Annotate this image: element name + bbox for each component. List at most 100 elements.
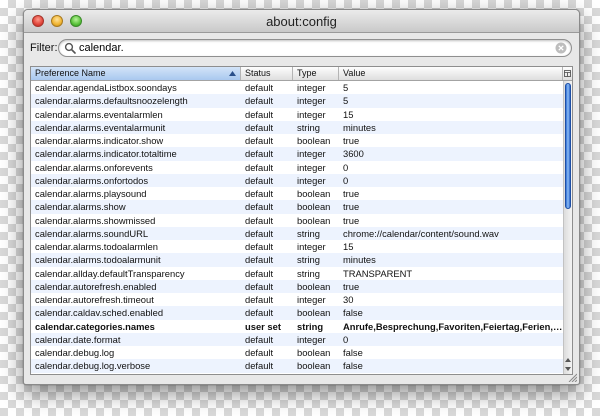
column-header-value[interactable]: Value — [339, 67, 563, 80]
column-header-type[interactable]: Type — [293, 67, 339, 80]
column-picker[interactable] — [563, 67, 572, 80]
table-row[interactable]: calendar.date.format default integer 0 — [31, 332, 563, 346]
cell-status: default — [245, 188, 274, 199]
cell-status: default — [245, 267, 274, 279]
cell-preference-name: calendar.alarms.eventalarmlen — [35, 108, 163, 120]
cell-status: default — [245, 333, 274, 345]
cell-preference-name: calendar.alarms.playsound — [35, 188, 147, 199]
cell-value: minutes — [343, 254, 376, 266]
cell-value: false — [343, 347, 363, 358]
cell-status: default — [245, 95, 274, 107]
cell-status: default — [245, 201, 274, 213]
cell-value: 15 — [343, 108, 354, 120]
cell-preference-name: calendar.categories.names — [35, 320, 155, 332]
column-header-status[interactable]: Status — [241, 67, 293, 80]
cell-status: default — [245, 121, 274, 133]
cell-type: boolean — [297, 188, 331, 199]
table-row[interactable]: calendar.debug.log.verbose default boolean… — [31, 359, 563, 373]
table-row[interactable]: calendar.alarms.todoalarmunit default stri… — [31, 253, 563, 267]
cell-status: default — [245, 214, 274, 226]
about-config-window: about:config Filter: Preference Name — [23, 9, 580, 385]
cell-preference-name: calendar.alarms.todoalarmlen — [35, 241, 158, 252]
cell-preference-name: calendar.date.format — [35, 333, 121, 345]
table-row[interactable]: calendar.alarms.defaultsnoozelength defau… — [31, 94, 563, 108]
cell-value: 0 — [343, 333, 349, 345]
table-row[interactable]: calendar.autorefresh.enabled default boole… — [31, 279, 563, 293]
table-row[interactable]: calendar.event.defaultlengthdefaultinteg… — [31, 373, 563, 375]
clear-icon[interactable] — [555, 42, 567, 54]
table-row[interactable]: calendar.categories.names user set string A… — [31, 320, 563, 333]
cell-status: default — [245, 82, 274, 93]
cell-type: boolean — [297, 307, 331, 319]
cell-type: integer — [297, 108, 326, 120]
cell-type: integer — [293, 373, 339, 375]
scroll-thumb[interactable] — [565, 83, 571, 209]
table-row[interactable]: calendar.debug.log default boolean false — [31, 346, 563, 359]
cell-status: user set — [245, 320, 281, 332]
cell-value: 5 — [343, 95, 349, 107]
cell-preference-name: calendar.alarms.show — [35, 201, 126, 213]
cell-type: integer — [297, 294, 326, 305]
table-row[interactable]: calendar.alarms.eventalarmunit default str… — [31, 120, 563, 134]
title-bar[interactable]: about:config — [24, 10, 579, 33]
table-row[interactable]: calendar.alarms.onforevents default intege… — [31, 161, 563, 174]
filter-input[interactable] — [79, 41, 539, 55]
filter-bar: Filter: — [24, 33, 579, 65]
table-row[interactable]: calendar.alarms.soundURL default string chr… — [31, 226, 563, 240]
filter-search-box[interactable] — [58, 39, 572, 57]
column-picker-icon — [564, 70, 571, 77]
table-row[interactable]: calendar.alarms.todoalarmlen default integ… — [31, 240, 563, 253]
cell-type: string — [297, 227, 320, 239]
cell-value: 0 — [343, 161, 349, 173]
table-row[interactable]: calendar.alarms.showmissed default boolean… — [31, 214, 563, 227]
preferences-tree[interactable]: Preference Name Status Type Value calend… — [30, 66, 573, 375]
cell-value: false — [343, 360, 363, 372]
table-row[interactable]: calendar.allday.defaultTransparency defau… — [31, 267, 563, 280]
filter-label: Filter: — [30, 42, 58, 54]
cell-value: TRANSPARENT — [343, 267, 413, 279]
cell-preference-name: calendar.alarms.onfortodos — [35, 174, 149, 186]
cell-status: default — [245, 227, 274, 239]
cell-type: integer — [297, 148, 326, 160]
cell-type: boolean — [297, 201, 331, 213]
cell-preference-name: calendar.caldav.sched.enabled — [35, 307, 164, 319]
cell-type: boolean — [297, 360, 331, 372]
cell-status: default — [245, 135, 274, 146]
table-row[interactable]: calendar.alarms.onfortodos default integer… — [31, 173, 563, 187]
cell-preference-name: calendar.alarms.defaultsnoozelength — [35, 95, 188, 107]
column-header-preference-name[interactable]: Preference Name — [31, 67, 241, 80]
table-row[interactable]: calendar.alarms.playsound default boolean t… — [31, 187, 563, 200]
cell-type: boolean — [297, 280, 331, 292]
cell-type: boolean — [297, 214, 331, 226]
cell-status: default — [245, 148, 274, 160]
cell-type: string — [297, 254, 320, 266]
cell-value: 0 — [343, 174, 349, 186]
cell-type: string — [297, 267, 320, 279]
cell-value: 15 — [343, 241, 354, 252]
table-row[interactable]: calendar.alarms.indicator.totaltime defau… — [31, 147, 563, 161]
cell-type: integer — [297, 95, 326, 107]
cell-value: true — [343, 188, 360, 199]
cell-status: default — [245, 280, 274, 292]
cell-preference-name: calendar.alarms.indicator.totaltime — [35, 148, 177, 160]
table-row[interactable]: calendar.caldav.sched.enabled default bool… — [31, 306, 563, 320]
cell-type: integer — [297, 161, 326, 173]
table-row[interactable]: calendar.autorefresh.timeout default integ… — [31, 293, 563, 306]
sort-ascending-icon — [229, 71, 236, 76]
table-row[interactable]: calendar.alarms.eventalarmlen default inte… — [31, 108, 563, 121]
cell-value: minutes — [343, 121, 376, 133]
cell-status: default — [245, 161, 274, 173]
cell-preference-name: calendar.alarms.todoalarmunit — [35, 254, 161, 266]
cell-type: integer — [297, 174, 326, 186]
cell-value: true — [343, 214, 360, 226]
cell-preference-name: calendar.allday.defaultTransparency — [35, 267, 185, 279]
scroll-up-arrow-icon[interactable] — [565, 357, 571, 363]
cell-value: true — [343, 135, 360, 146]
table-row[interactable]: calendar.agendaListbox.soondays default in… — [31, 81, 563, 94]
resize-grip-icon[interactable] — [567, 372, 577, 382]
cell-value: 5 — [343, 82, 349, 93]
table-row[interactable]: calendar.alarms.show default boolean true — [31, 200, 563, 214]
cell-status: default — [245, 360, 274, 372]
vertical-scrollbar[interactable] — [563, 81, 572, 374]
table-row[interactable]: calendar.alarms.indicator.show default boo… — [31, 134, 563, 147]
